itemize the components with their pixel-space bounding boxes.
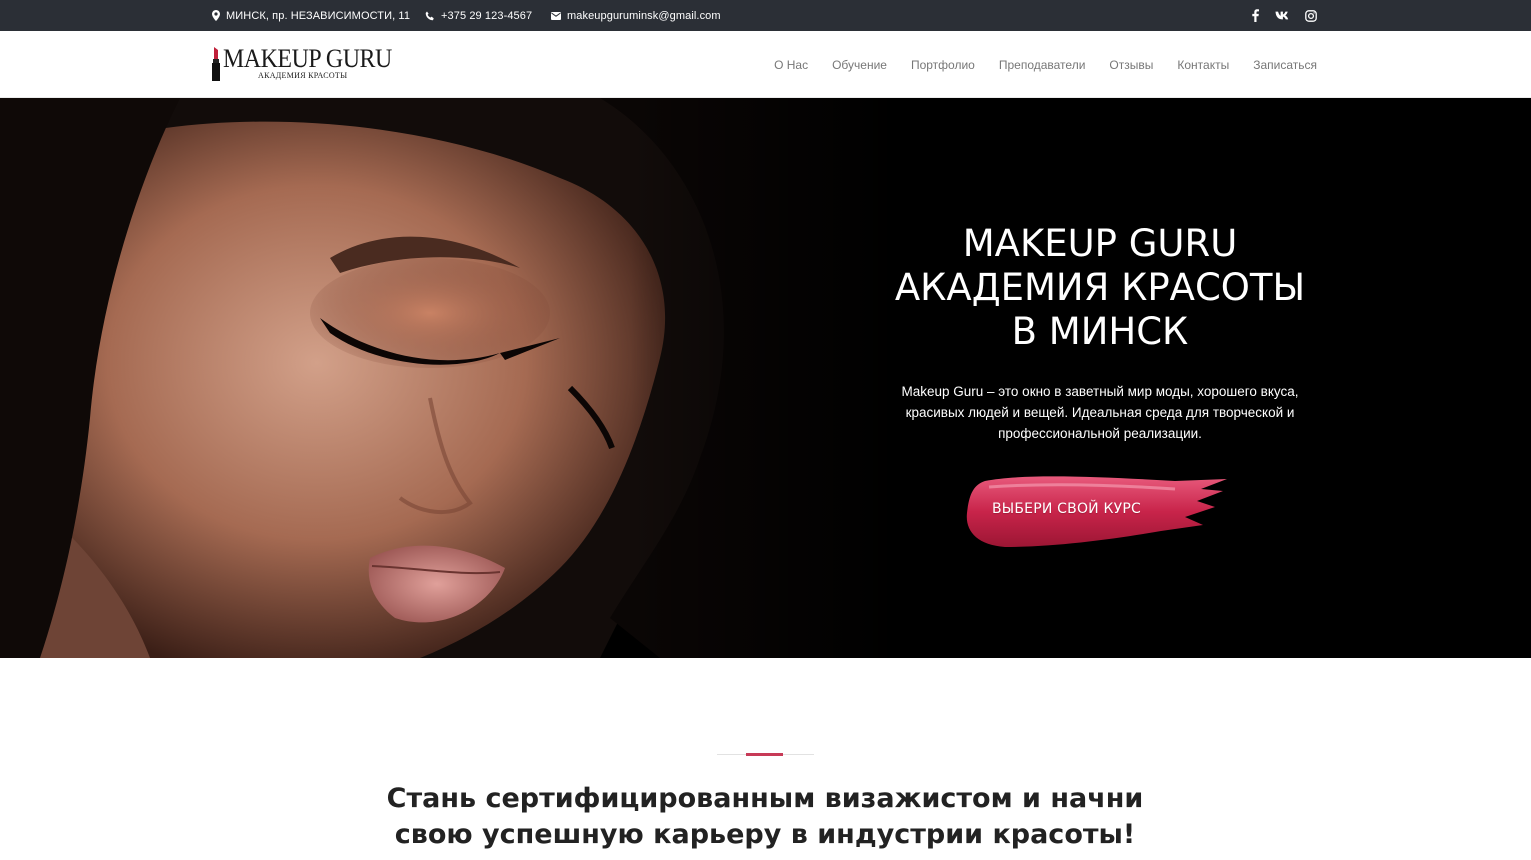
hero-title-line: В МИНСК <box>1011 310 1189 353</box>
nav-portfolio[interactable]: Портфолио <box>911 58 975 72</box>
nav-contacts[interactable]: Контакты <box>1177 58 1229 72</box>
site-header: MAKEUP GURU АКАДЕМИЯ КРАСОТЫ О Нас Обуче… <box>0 31 1531 98</box>
choose-course-label: ВЫБЕРИ СВОЙ КУРС <box>992 501 1141 517</box>
nav-signup[interactable]: Записаться <box>1253 58 1317 72</box>
logo-subtitle: АКАДЕМИЯ КРАСОТЫ <box>258 71 348 80</box>
site-logo[interactable]: MAKEUP GURU АКАДЕМИЯ КРАСОТЫ <box>211 45 392 85</box>
phone-info[interactable]: +375 29 123-4567 <box>425 0 532 31</box>
vk-icon <box>1275 11 1288 20</box>
hero-content: MAKEUP GURU АКАДЕМИЯ КРАСОТЫ В МИНСК Mak… <box>870 98 1330 658</box>
facebook-icon <box>1251 9 1259 22</box>
email-info[interactable]: makeupguruminsk@gmail.com <box>551 0 721 31</box>
lipstick-icon <box>212 47 220 81</box>
email-text: makeupguruminsk@gmail.com <box>567 9 721 22</box>
intro-title-line: свою успешную карьеру в индустрии красот… <box>394 819 1136 850</box>
phone-icon <box>425 11 434 20</box>
top-contact-bar: МИНСК, пр. НЕЗАВИСИМОСТИ, 11 +375 29 123… <box>0 0 1531 31</box>
address-text: МИНСК, пр. НЕЗАВИСИМОСТИ, 11 <box>226 9 411 22</box>
section-divider-accent <box>746 753 783 756</box>
envelope-icon <box>551 11 561 20</box>
vk-link[interactable] <box>1272 0 1292 31</box>
main-nav: О Нас Обучение Портфолио Преподаватели О… <box>750 31 1317 98</box>
instagram-link[interactable] <box>1301 0 1321 31</box>
intro-title-line: Стань сертифицированным визажистом и нач… <box>386 783 1144 814</box>
logo-title: MAKEUP GURU <box>223 44 392 73</box>
hero-description: Makeup Guru – это окно в заветный мир мо… <box>901 384 1299 441</box>
facebook-link[interactable] <box>1245 0 1265 31</box>
hero-model-photo <box>0 98 900 658</box>
phone-text: +375 29 123-4567 <box>441 9 533 22</box>
hero-banner: MAKEUP GURU АКАДЕМИЯ КРАСОТЫ В МИНСК Mak… <box>0 98 1531 658</box>
choose-course-button[interactable]: ВЫБЕРИ СВОЙ КУРС <box>965 473 1235 551</box>
instagram-icon <box>1305 9 1317 22</box>
intro-title: Стань сертифицированным визажистом и нач… <box>265 781 1265 853</box>
hero-title-line: АКАДЕМИЯ КРАСОТЫ <box>894 266 1306 309</box>
nav-about[interactable]: О Нас <box>774 58 808 72</box>
map-pin-icon <box>212 10 220 21</box>
address-info: МИНСК, пр. НЕЗАВИСИМОСТИ, 11 <box>212 0 410 31</box>
hero-title-line: MAKEUP GURU <box>962 222 1238 265</box>
hero-title: MAKEUP GURU АКАДЕМИЯ КРАСОТЫ В МИНСК <box>870 222 1330 354</box>
nav-reviews[interactable]: Отзывы <box>1109 58 1153 72</box>
nav-training[interactable]: Обучение <box>832 58 887 72</box>
nav-teachers[interactable]: Преподаватели <box>999 58 1086 72</box>
